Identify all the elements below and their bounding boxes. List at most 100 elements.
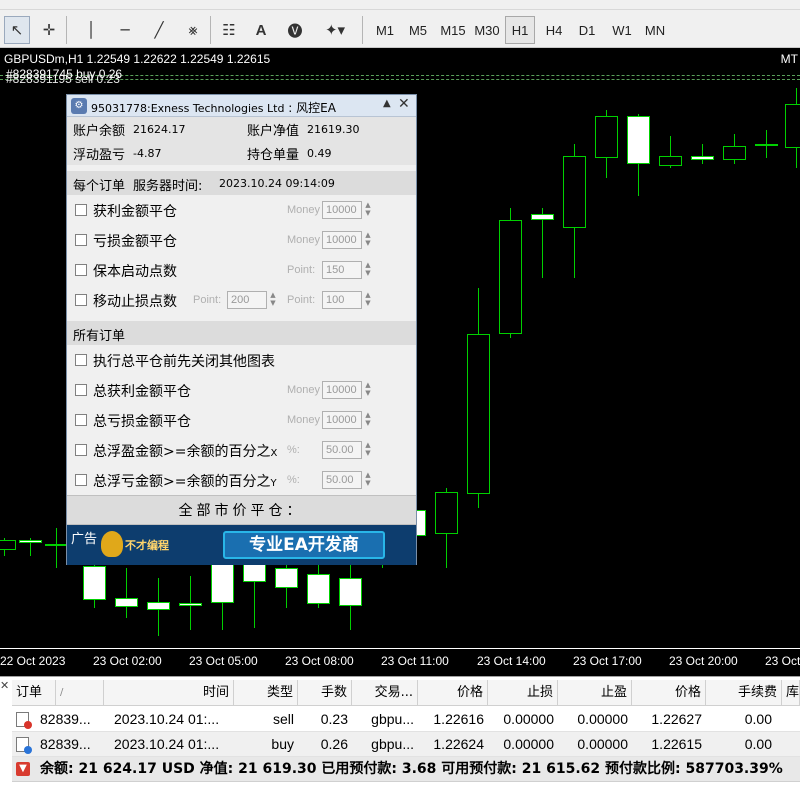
timeframe-m5-button[interactable]: M5 — [403, 16, 433, 44]
all-orders-option-5-checkbox[interactable] — [75, 474, 87, 486]
fibonacci-tool-icon[interactable]: ☷ — [216, 16, 242, 44]
timeframe-w1-button[interactable]: W1 — [607, 16, 637, 44]
column-header[interactable]: 订单 — [12, 680, 56, 706]
all-orders-option-5-input[interactable]: 50.00 — [322, 471, 362, 489]
column-header[interactable]: 手数 — [298, 680, 352, 706]
order-type-cell: sell — [272, 711, 294, 727]
timeframe-h1-button[interactable]: H1 — [505, 16, 535, 44]
order-tp-cell: 0.00000 — [577, 711, 628, 727]
ea-panel-titlebar[interactable]: ⚙ 95031778:Exness Technologies Ltd : 风控E… — [67, 95, 416, 117]
server-time-label: 服务器时间: — [133, 179, 203, 194]
candle-body — [339, 578, 362, 606]
column-header[interactable]: 时间 — [104, 680, 234, 706]
column-header[interactable]: 类型 — [234, 680, 298, 706]
candle-body — [563, 156, 586, 228]
column-header[interactable]: 价格 — [418, 680, 488, 706]
column-header[interactable]: 止盈 — [558, 680, 632, 706]
time-axis-label: 23 Oct 08:00 — [285, 654, 354, 668]
all-orders-option-4-input[interactable]: 50.00 — [322, 441, 362, 459]
close-all-market-button[interactable]: 全部市价平仓： — [67, 495, 416, 525]
column-header[interactable]: 库 — [782, 680, 800, 706]
per-order-option-2-input[interactable]: 10000 — [322, 231, 362, 249]
trailing-step-caption: Point: — [287, 294, 316, 306]
trailing-start-input[interactable]: 200 — [227, 291, 267, 309]
per-order-option-3-input[interactable]: 150 — [322, 261, 362, 279]
per-order-option-2-caption: Money — [287, 234, 321, 246]
per-order-option-1-label: 获利金额平仓 — [93, 201, 177, 221]
spinner-arrows-icon[interactable]: ▲ ▼ — [268, 291, 278, 309]
timeframe-h4-button[interactable]: H4 — [539, 16, 569, 44]
terminal-panel: ✕ 订单 / 时间 类型 手数 交易... 价格 止损 止盈 价格 手续费库 82839... 202… — [0, 676, 800, 800]
column-header[interactable]: 价格 — [632, 680, 706, 706]
spinner-arrows-icon[interactable]: ▲ ▼ — [363, 291, 373, 309]
order-row[interactable]: 82839... 2023.10.24 01:... buy 0.26 gbpu... 1… — [12, 732, 800, 757]
crosshair-tool-icon[interactable]: ✛ — [36, 16, 62, 44]
column-header[interactable]: 交易... — [352, 680, 418, 706]
spinner-arrows-icon[interactable]: ▲ ▼ — [363, 411, 373, 429]
server-time-value: 2023.10.24 09:14:09 — [219, 177, 335, 190]
all-orders-option-3-label-text: 总亏损金额平仓 — [93, 414, 191, 430]
all-orders-option-3-input[interactable]: 10000 — [322, 411, 362, 429]
spinner-arrows-icon[interactable]: ▲ ▼ — [363, 471, 373, 489]
lots-value: 0.49 — [307, 147, 332, 160]
spinner-arrows-icon[interactable]: ▲ ▼ — [363, 261, 373, 279]
per-order-option-2-checkbox[interactable] — [75, 234, 87, 246]
all-orders-option-1-label: 执行总平仓前先关闭其他图表 — [93, 351, 275, 371]
per-order-option-3-checkbox[interactable] — [75, 264, 87, 276]
close-icon[interactable]: ✕ — [398, 96, 410, 112]
time-axis: 22 Oct 2023 23 Oct 02:00 23 Oct 05:00 23 Oc… — [0, 648, 800, 676]
all-orders-option-1-checkbox[interactable] — [75, 354, 87, 366]
account-info-row: 账户余额 21624.17 账户净值 21619.30 — [67, 117, 416, 141]
sell-order-label: #828391195 sell 0.23 — [6, 72, 120, 86]
text-tool-icon[interactable]: A — [248, 16, 274, 44]
chart-corner-label: MT — [780, 52, 798, 66]
trailing-stop-checkbox[interactable] — [75, 294, 87, 306]
ea-panel-title: 95031778:Exness Technologies Ltd : 风控EA — [91, 99, 336, 116]
equidistant-channel-tool-icon[interactable]: ⨳ — [180, 16, 206, 44]
ad-banner[interactable]: 广告 不才编程 专业EA开发商 — [67, 525, 416, 565]
spinner-arrows-icon[interactable]: ▲ ▼ — [363, 441, 373, 459]
time-axis-label: 23 Oct 02:00 — [93, 654, 162, 668]
minimize-icon[interactable]: ▲ — [383, 98, 391, 109]
ad-logo-icon — [101, 531, 123, 557]
candle-body — [179, 603, 202, 606]
account-summary-row: ▼ 余额: 21 624.17 USD 净值: 21 619.30 已用预付款:… — [12, 757, 800, 782]
per-order-option-3-label: 保本启动点数 — [93, 261, 177, 281]
spinner-arrows-icon[interactable]: ▲ ▼ — [363, 381, 373, 399]
column-header[interactable]: 止损 — [488, 680, 558, 706]
candle-body — [83, 566, 106, 600]
per-order-option-1-checkbox[interactable] — [75, 204, 87, 216]
per-order-option-1-input[interactable]: 10000 — [322, 201, 362, 219]
trailing-start-caption: Point: — [193, 294, 222, 306]
all-orders-option-2-checkbox[interactable] — [75, 384, 87, 396]
order-row[interactable]: 82839... 2023.10.24 01:... sell 0.23 gbpu...… — [12, 707, 800, 732]
spinner-arrows-icon[interactable]: ▲ ▼ — [363, 201, 373, 219]
all-orders-option-1-label-text: 执行总平仓前先关闭其他图表 — [93, 354, 275, 370]
sort-indicator-icon[interactable]: / — [56, 680, 104, 706]
all-orders-option-3-checkbox[interactable] — [75, 414, 87, 426]
trendline-tool-icon[interactable]: ╱ — [146, 16, 172, 44]
time-axis-label: 23 Oct 17:00 — [573, 654, 642, 668]
all-orders-option-4-checkbox[interactable] — [75, 444, 87, 456]
arrows-tool-dropdown-icon[interactable]: ✦▾ — [318, 16, 352, 44]
timeframe-mn-button[interactable]: MN — [640, 16, 670, 44]
candle-body — [627, 116, 650, 164]
vertical-line-tool-icon[interactable]: │ — [78, 16, 104, 44]
horizontal-line-tool-icon[interactable]: ─ — [112, 16, 138, 44]
timeframe-m30-button[interactable]: M30 — [471, 16, 503, 44]
trailing-step-input[interactable]: 100 — [322, 291, 362, 309]
order-open-price-cell: 1.22624 — [433, 736, 484, 752]
column-header[interactable]: 手续费 — [706, 680, 782, 706]
timeframe-m15-button[interactable]: M15 — [437, 16, 469, 44]
all-orders-option-2-input[interactable]: 10000 — [322, 381, 362, 399]
per-order-option-3-caption: Point: — [287, 264, 316, 276]
terminal-close-icon[interactable]: ✕ — [0, 679, 10, 692]
all-orders-option-3-label: 总亏损金额平仓 — [93, 411, 191, 431]
buy-order-icon — [16, 737, 32, 754]
timeframe-m1-button[interactable]: M1 — [370, 16, 400, 44]
per-order-option-2-label-text: 亏损金额平仓 — [93, 234, 177, 250]
timeframe-d1-button[interactable]: D1 — [572, 16, 602, 44]
spinner-arrows-icon[interactable]: ▲ ▼ — [363, 231, 373, 249]
cursor-tool-icon[interactable]: ↖ — [4, 16, 30, 44]
text-label-tool-icon[interactable]: 🅥 — [282, 16, 308, 44]
